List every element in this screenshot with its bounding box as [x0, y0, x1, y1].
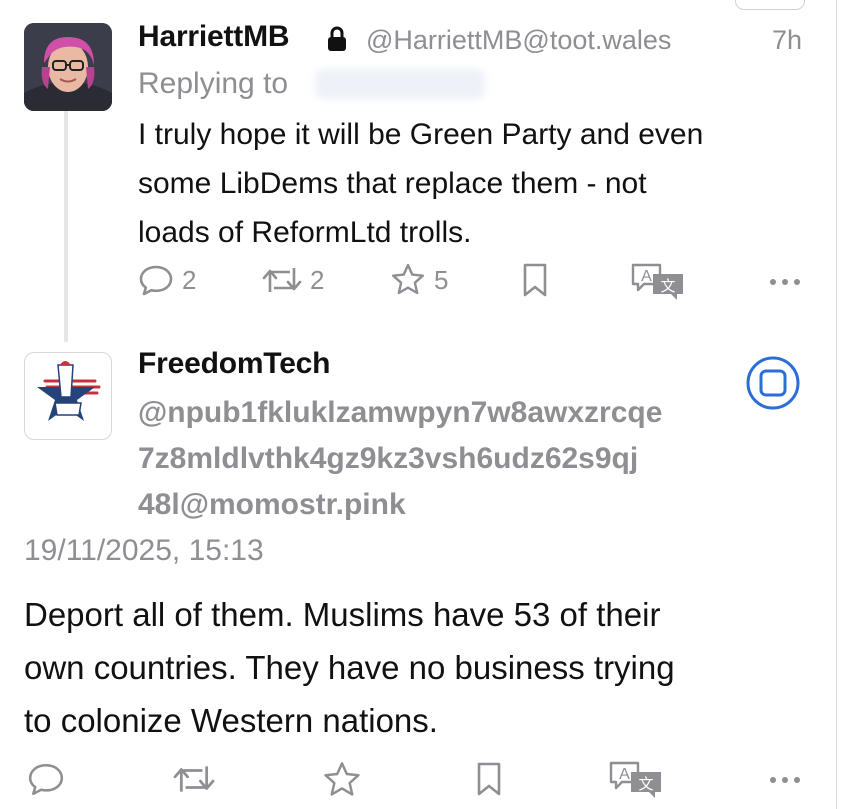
more-button[interactable]	[768, 262, 802, 298]
more-icon	[770, 279, 800, 285]
boost-button[interactable]	[172, 760, 216, 798]
avatar-image	[37, 361, 101, 421]
handle-line: 48l@momostr.pink	[138, 488, 406, 521]
translate-button[interactable]: A 文	[608, 760, 664, 800]
post-actions: 2 2 5 A 文	[0, 262, 842, 306]
bookmark-button[interactable]	[476, 760, 502, 798]
content-line: to colonize Western nations.	[24, 702, 438, 739]
replying-to-account-blurred[interactable]	[315, 69, 485, 99]
account-handle[interactable]: @HarriettMB@toot.wales	[366, 25, 671, 56]
boost-button[interactable]: 2	[262, 262, 324, 298]
content-line: some LibDems that replace them - not	[138, 167, 647, 200]
reply-count: 2	[182, 264, 197, 295]
star-icon	[392, 263, 424, 295]
post-content: Deport all of them. Muslims have 53 of t…	[24, 588, 675, 747]
reply-icon	[28, 764, 64, 796]
post-content: I truly hope it will be Green Party and …	[138, 110, 818, 257]
svg-text:文: 文	[660, 277, 675, 295]
translate-icon: A 文	[631, 263, 683, 300]
handle-line: @npub1fkluklzamwpyn7w8awxzrcqe	[138, 396, 663, 429]
column-divider	[836, 0, 837, 809]
reply-button[interactable]: 2	[138, 262, 196, 298]
boost-icon	[173, 766, 215, 792]
svg-text:A: A	[619, 766, 630, 783]
boost-count: 2	[310, 264, 325, 295]
content-line: I truly hope it will be Green Party and …	[138, 118, 704, 151]
content-line: loads of ReformLtd trolls.	[138, 216, 472, 249]
replying-to-label: Replying to	[138, 67, 289, 100]
account-handle[interactable]: @npub1fkluklzamwpyn7w8awxzrcqe 7z8mldlvt…	[138, 390, 662, 528]
translate-button[interactable]: A 文	[630, 262, 686, 302]
svg-text:A: A	[641, 268, 652, 285]
boost-icon	[262, 268, 302, 292]
scroll-pill	[735, 0, 805, 10]
reply-button[interactable]	[24, 760, 68, 798]
post-timestamp[interactable]: 19/11/2025, 15:13	[24, 534, 264, 568]
more-button[interactable]	[768, 760, 802, 796]
translate-icon: A 文	[609, 761, 661, 798]
display-name[interactable]: HarriettMB	[138, 20, 290, 54]
bookmark-button[interactable]	[522, 262, 548, 298]
favourite-count: 5	[434, 264, 449, 295]
star-icon	[324, 762, 360, 796]
thread-connector-line	[64, 110, 68, 342]
avatar[interactable]	[24, 23, 112, 111]
avatar[interactable]	[24, 352, 112, 440]
display-name[interactable]: FreedomTech	[138, 347, 330, 381]
lock-icon	[328, 26, 346, 51]
post-time[interactable]: 7h	[772, 25, 802, 56]
favourite-button[interactable]: 5	[390, 262, 448, 298]
reply-icon	[139, 265, 173, 296]
more-icon	[770, 777, 800, 783]
avatar-image	[24, 23, 112, 111]
bookmark-icon	[523, 263, 547, 297]
handle-line: 7z8mldlvthk4gz9kz3vsh6udz62s9qj	[138, 442, 639, 475]
bot-badge-icon[interactable]	[745, 355, 801, 411]
favourite-button[interactable]	[321, 760, 363, 800]
content-line: own countries. They have no business try…	[24, 649, 675, 686]
content-line: Deport all of them. Muslims have 53 of t…	[24, 596, 661, 633]
bookmark-icon	[477, 762, 501, 796]
svg-text:文: 文	[638, 775, 653, 793]
post-actions: A 文	[0, 760, 842, 804]
